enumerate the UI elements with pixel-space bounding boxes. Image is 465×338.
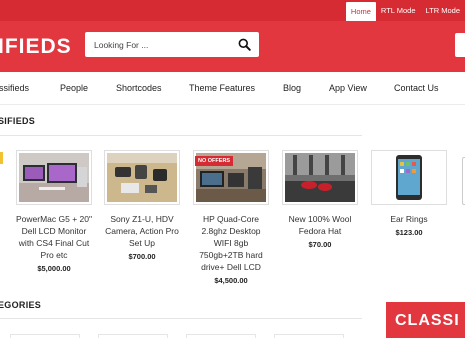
site-logo[interactable]: IFIEDS: [0, 35, 72, 59]
top-links: Home RTL Mode LTR Mode: [345, 0, 465, 21]
listing-title[interactable]: Sony Z1-U, HDV Camera, Action Pro Set Up: [104, 213, 180, 249]
listing-card[interactable]: Ear Rings $123.00: [371, 150, 447, 237]
listing-title[interactable]: Ear Rings: [371, 213, 447, 225]
listing-image[interactable]: [16, 150, 92, 205]
listing-price: $4,500.00: [214, 276, 248, 285]
listing-image[interactable]: [282, 150, 358, 205]
nav-item-contact-us[interactable]: Contact Us: [394, 72, 439, 105]
carousel-prev-icon[interactable]: [0, 152, 3, 164]
category-card[interactable]: [10, 334, 80, 338]
listing-price: $5,000.00: [37, 264, 71, 273]
header-action-button[interactable]: [455, 33, 465, 57]
nav-item-people[interactable]: People: [60, 72, 88, 105]
nav-item-classifieds[interactable]: assifieds: [0, 72, 29, 105]
section-divider: [0, 318, 362, 319]
listing-title[interactable]: PowerMac G5 + 20" Dell LCD Monitor with …: [16, 213, 92, 261]
classifieds-banner[interactable]: CLASSI: [386, 302, 465, 338]
search-icon[interactable]: [238, 38, 251, 51]
listing-card[interactable]: PowerMac G5 + 20" Dell LCD Monitor with …: [16, 150, 92, 273]
nav-item-blog[interactable]: Blog: [283, 72, 301, 105]
category-card[interactable]: [186, 334, 256, 338]
listing-price: $70.00: [308, 240, 332, 249]
listing-title[interactable]: HP Quad-Core 2.8ghz Desktop WIFI 8gb 750…: [193, 213, 269, 273]
listing-title[interactable]: New 100% Wool Fedora Hat: [282, 213, 358, 237]
listing-image[interactable]: [371, 150, 447, 205]
categories-section-title: EGORIES: [0, 300, 42, 310]
section-divider: [0, 135, 362, 136]
category-row: [0, 334, 360, 338]
listing-image[interactable]: NO OFFERS: [193, 150, 269, 205]
listing-image[interactable]: [104, 150, 180, 205]
listing-price: $123.00: [395, 228, 423, 237]
site-header: IFIEDS: [0, 21, 465, 72]
top-bar: Home RTL Mode LTR Mode: [0, 0, 465, 21]
nav-item-shortcodes[interactable]: Shortcodes: [116, 72, 162, 105]
search-input[interactable]: [85, 32, 230, 57]
rtl-mode-link[interactable]: RTL Mode: [376, 0, 421, 21]
nav-item-app-view[interactable]: App View: [329, 72, 367, 105]
home-link[interactable]: Home: [345, 2, 376, 21]
listing-card[interactable]: New 100% Wool Fedora Hat $70.00: [282, 150, 358, 249]
listing-card[interactable]: Sony Z1-U, HDV Camera, Action Pro Set Up…: [104, 150, 180, 261]
nav-item-theme-features[interactable]: Theme Features: [189, 72, 255, 105]
main-nav: assifieds People Shortcodes Theme Featur…: [0, 72, 465, 105]
category-card[interactable]: [274, 334, 344, 338]
classifieds-section-title: SIFIEDS: [0, 116, 36, 126]
listing-price: $700.00: [128, 252, 156, 261]
ltr-mode-link[interactable]: LTR Mode: [421, 0, 465, 21]
category-card[interactable]: [98, 334, 168, 338]
search-box: [85, 32, 259, 57]
banner-text: CLASSI: [395, 312, 460, 329]
no-offers-badge: NO OFFERS: [195, 156, 234, 166]
listing-card[interactable]: NO OFFERS HP Quad-Core 2.8ghz Desktop WI…: [193, 150, 269, 285]
